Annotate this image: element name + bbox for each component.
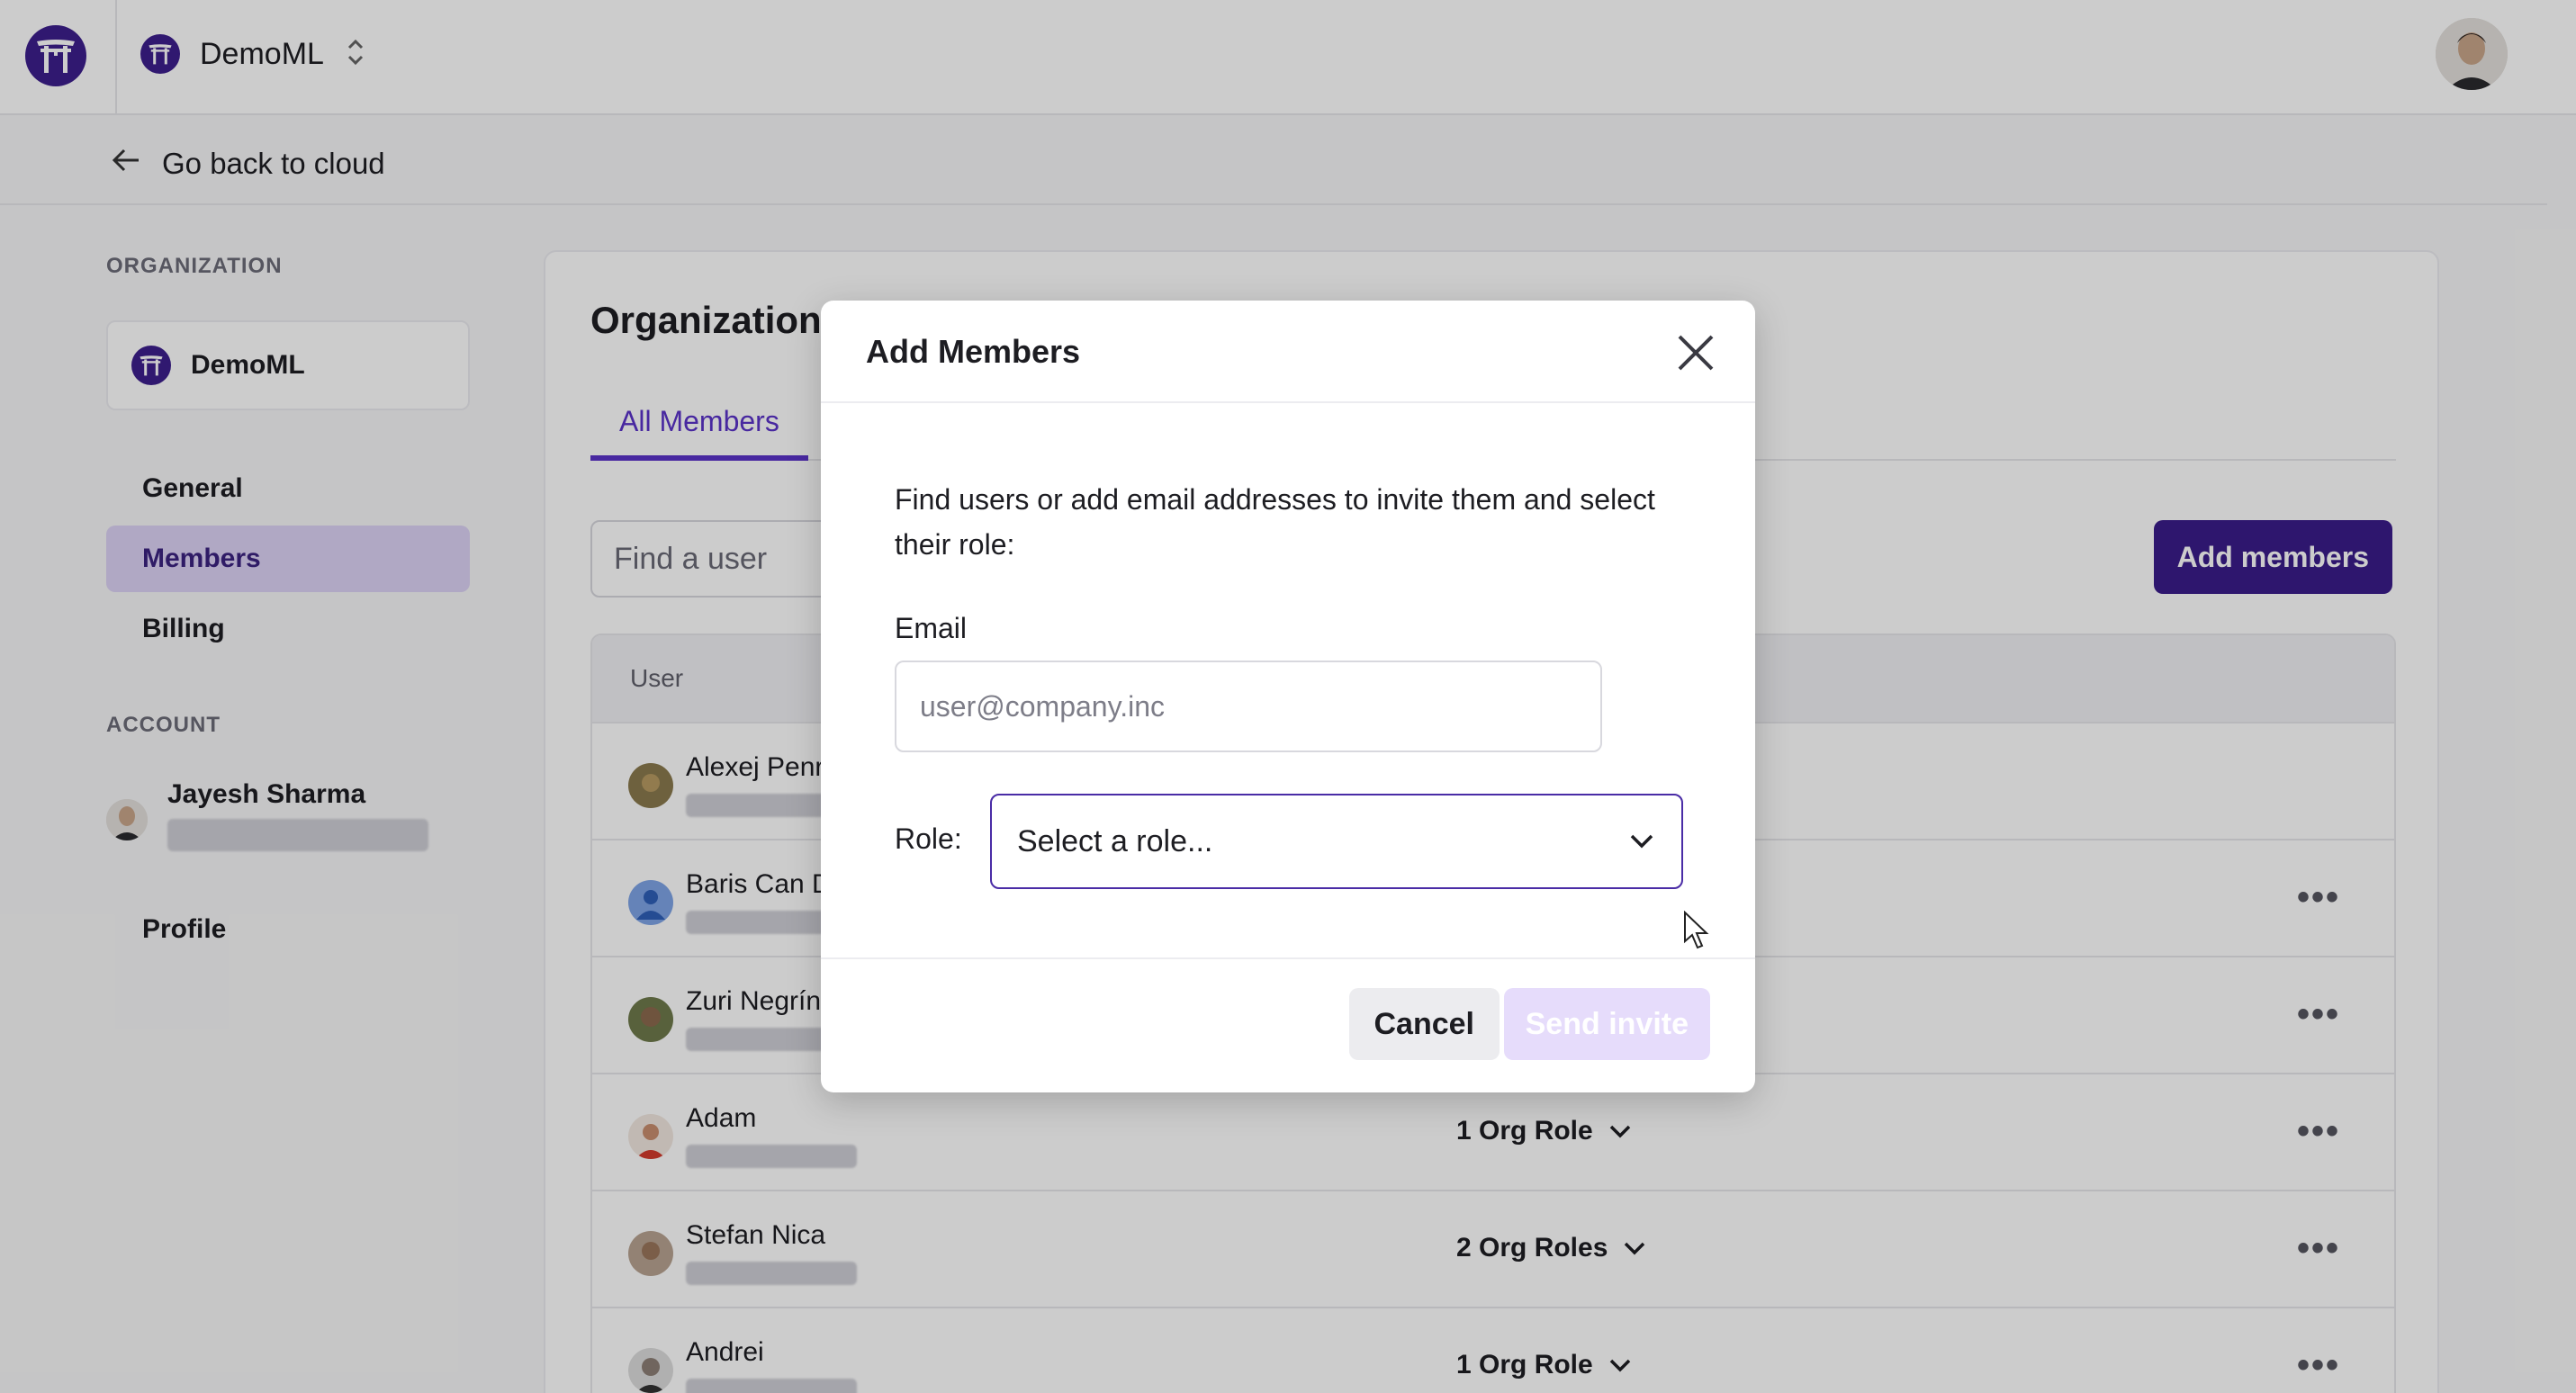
dialog-footer: Cancel Send invite <box>821 957 1755 1092</box>
mouse-cursor-icon <box>1683 910 1710 955</box>
role-label: Role: <box>895 822 962 855</box>
chevron-down-icon <box>1630 834 1653 849</box>
email-field[interactable] <box>895 661 1602 752</box>
dialog-description: Find users or add email addresses to inv… <box>895 483 1655 561</box>
role-select[interactable]: Select a role... <box>990 794 1683 889</box>
dialog-title: Add Members <box>866 333 1081 370</box>
dialog-header: Add Members <box>821 301 1755 403</box>
close-icon[interactable] <box>1672 329 1719 376</box>
email-label: Email <box>895 612 968 644</box>
role-select-value: Select a role... <box>1017 823 1213 858</box>
cancel-button[interactable]: Cancel <box>1348 988 1500 1060</box>
send-invite-button[interactable]: Send invite <box>1503 988 1710 1060</box>
add-members-dialog: Add Members Find users or add email addr… <box>821 301 1755 1092</box>
